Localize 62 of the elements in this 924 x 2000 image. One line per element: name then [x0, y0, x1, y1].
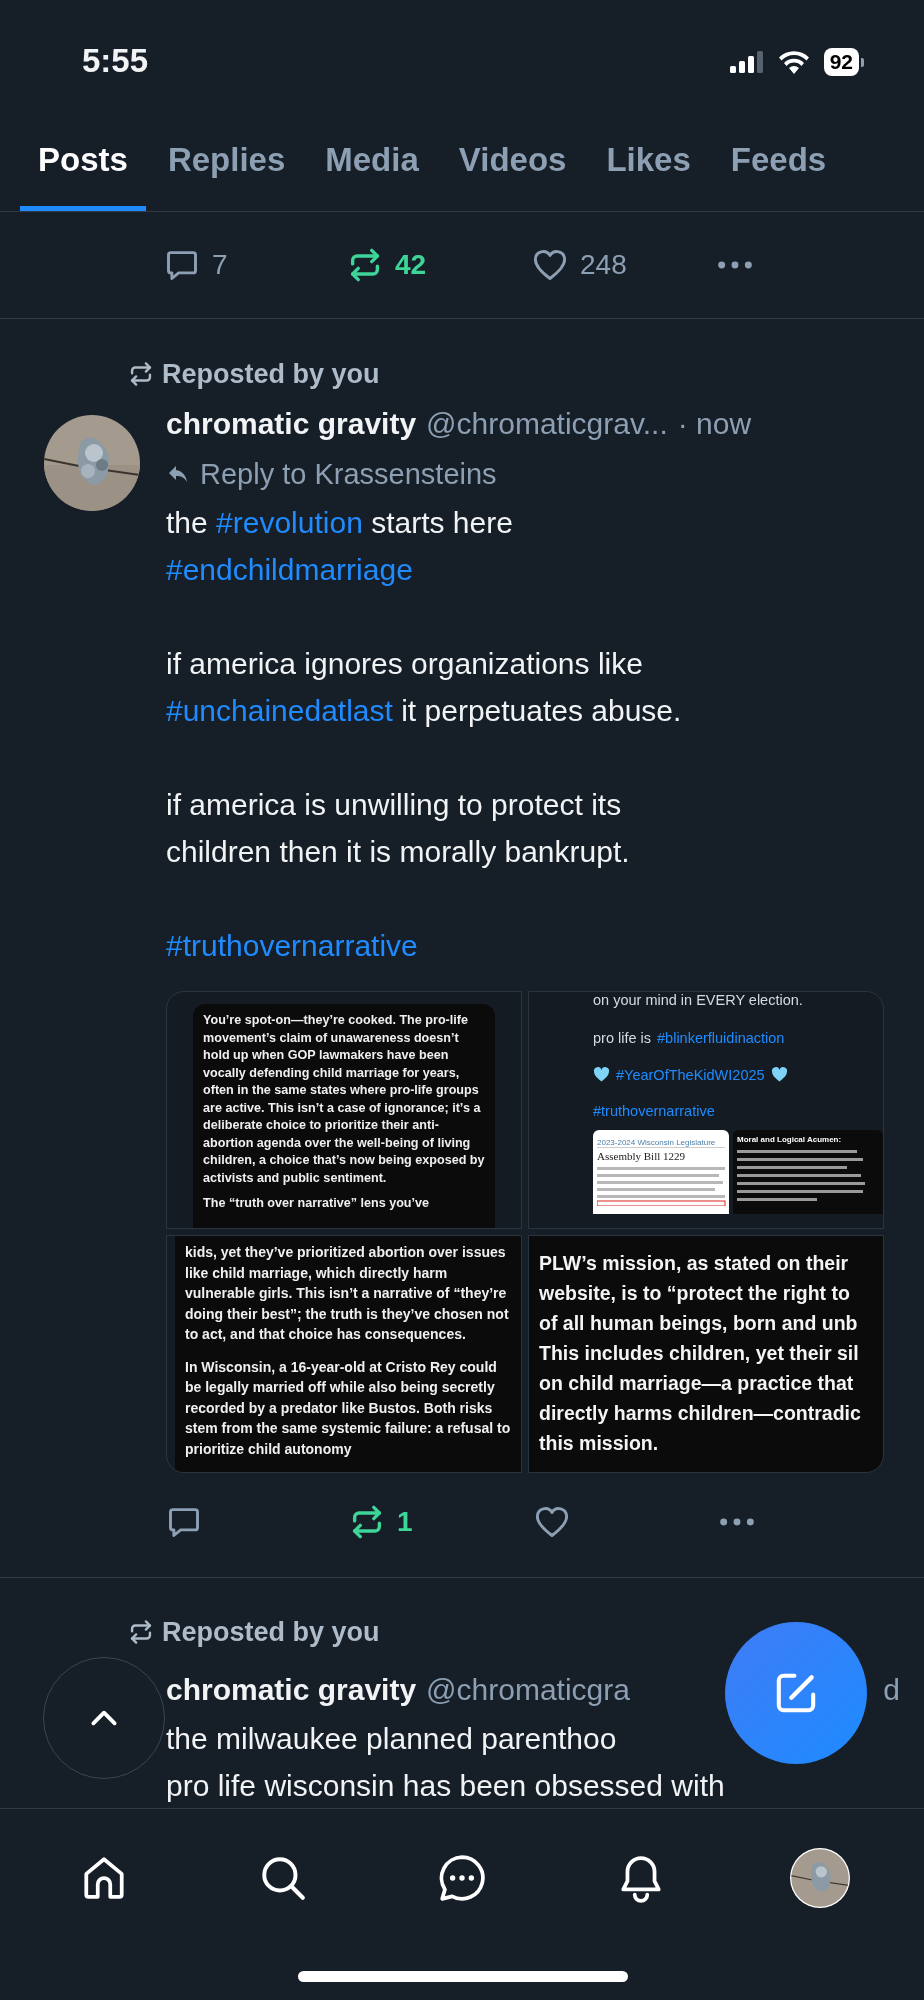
screenshot-text: kids, yet they’ve prioritized abortion over issues like child marriage, which directly harm vulnerable girls. This isn’t a narrative of “they’re doing their best”; the truth is they’ve chosen not to act, and that choice has consequences. [185, 1243, 510, 1344]
repost-icon [128, 361, 154, 387]
screenshot-text: directly harms children—contradic [539, 1401, 862, 1426]
hashtag-link: #truthovernarrative [593, 1102, 715, 1121]
reposted-label: Reposted by you [162, 1616, 380, 1648]
screenshot-text: pro life is #blinkerfluidinaction [593, 1020, 883, 1057]
post-time: d [883, 1672, 900, 1708]
profile-tab[interactable]: Replies [149, 124, 304, 211]
screenshot-text: In Wisconsin, a 16-year-old at Cristo Rey could be legally married off while also being secretly recorded by a predator like Bustos. Both risks stem from the same systemic failure: a refusal to prioritize child autonomy [185, 1357, 511, 1459]
post-text-line: pro life wisconsin has been obsessed with [166, 1769, 725, 1802]
screenshot-text: You’re spot-on—they’re cooked. The pro-life movement’s claim of unawareness doesn’t hold up when GOP lawmakers have been vocally defending child marriage for years, often in the same states where pro-life groups are active. This isn’t a case of ignorance; it’s a deliberate choice to prioritize their anti-abortion agenda over the well-being of living children, a choice that’s now being exposed by activists and public sentiment. [203, 1012, 485, 1187]
post-text: if america ignores organizations like #unchainedatlast it perpetuates abuse. [166, 646, 683, 729]
ellipsis-icon [717, 261, 753, 269]
reply-button[interactable]: 7 [160, 243, 232, 287]
reposted-label: Reposted by you [162, 358, 380, 390]
author-handle[interactable]: @chromaticgra [426, 1665, 630, 1715]
profile-tab[interactable]: Posts [20, 124, 146, 211]
repost-icon [128, 1619, 154, 1645]
post-text: if america is unwilling to protect its children then it is morally bankrupt. [166, 787, 631, 870]
heart-icon [770, 1066, 788, 1084]
chat-icon[interactable] [437, 1853, 487, 1903]
screenshot-text: of all human beings, born and unb [539, 1311, 859, 1336]
screenshot-text: PLW’s mission, as stated on their [539, 1251, 850, 1276]
wifi-icon [777, 50, 810, 74]
profile-tab[interactable]: Feeds [712, 124, 845, 211]
heart-icon [532, 247, 568, 283]
screenshot-text: on your mind in EVERY election. [593, 992, 804, 1008]
author-handle[interactable]: @chromaticgrav... [426, 399, 668, 449]
profile-tab[interactable]: Likes [588, 124, 709, 211]
screenshot-text: this mission. [539, 1431, 660, 1456]
signal-icon [729, 51, 764, 73]
reply-to-label[interactable]: Reply to Krassensteins [200, 457, 497, 491]
repost-button[interactable]: 1 [345, 1500, 417, 1544]
document-title: Assembly Bill 1229 [597, 1149, 686, 1162]
image-attachment[interactable] [166, 991, 522, 1229]
hashtag-link[interactable]: #truthovernarrative [166, 929, 418, 962]
image-attachment[interactable]: on your mind in EVERY election. pro life is #blinkerfluidinaction #YearOfTheKidWI2025 #truthovernarrative 2023-2024 Wisconsin Legislature Assembly Bill 1229 Moral and Logical Acumen: [528, 991, 884, 1229]
ellipsis-icon [719, 1518, 755, 1526]
profile-tab[interactable]: Videos [440, 124, 585, 211]
hashtag-link[interactable]: #endchildmarriage [166, 553, 413, 586]
image-attachment[interactable] [528, 1235, 884, 1473]
post-text: the #revolution starts here #endchildmarriage [166, 505, 514, 588]
screenshot-text: on child marriage—a practice that [539, 1371, 855, 1396]
post-time: · now [677, 406, 752, 442]
bullet-title: Moral and Logical Acumen: [737, 1134, 843, 1145]
hashtag-link[interactable]: #unchainedatlast [166, 694, 393, 727]
status-time: 5:55 [82, 42, 149, 80]
hashtag-link: #YearOfTheKidWI2025 [616, 1065, 765, 1085]
like-button[interactable]: 248 [528, 243, 631, 287]
hashtag-link[interactable]: #revolution [216, 506, 363, 539]
repost-button[interactable]: 42 [343, 243, 431, 287]
post-text-line: the milwaukee planned parenthoo [166, 1722, 617, 1755]
profile-tab[interactable]: Media [307, 124, 437, 211]
screenshot-text: website, is to “protect the right to [539, 1281, 851, 1306]
hashtag-link: #blinkerfluidinaction [657, 1029, 785, 1048]
document-header: 2023-2024 Wisconsin Legislature [597, 1137, 725, 1148]
author-name[interactable]: chromatic gravity [166, 1665, 417, 1715]
screenshot-text: This includes children, yet their sil [539, 1341, 860, 1366]
screenshot-text: The “truth over narrative” lens you’ve [203, 1195, 431, 1212]
author-name[interactable]: chromatic gravity [166, 399, 417, 449]
image-attachment[interactable] [166, 1235, 522, 1473]
heart-icon [534, 1504, 570, 1540]
